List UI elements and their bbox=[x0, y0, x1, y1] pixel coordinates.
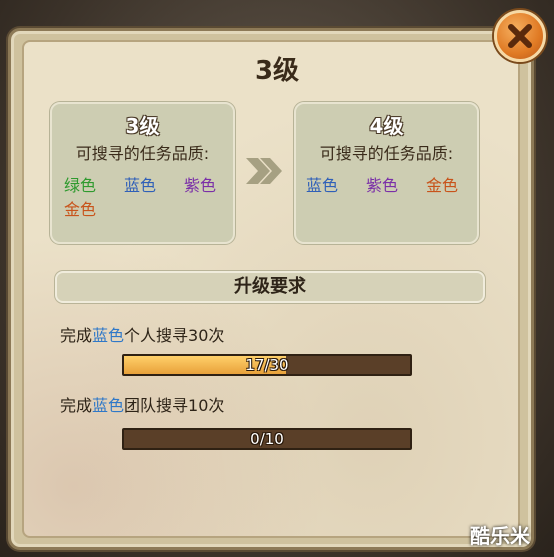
requirement-2-highlight: 蓝色 bbox=[92, 396, 125, 415]
watermark: 酷乐米 bbox=[470, 524, 530, 548]
next-level-label: 4级 bbox=[369, 114, 404, 138]
current-quality-caption: 可搜寻的任务品质: bbox=[75, 144, 210, 163]
double-chevron-right-icon bbox=[246, 158, 282, 184]
dialog-title: 3级 bbox=[254, 56, 300, 86]
requirement-2-suffix: 团队搜寻10次 bbox=[124, 396, 225, 415]
requirement-2-progress-bar: 0/10 bbox=[122, 428, 412, 450]
quality-gold: 金色 bbox=[426, 176, 459, 195]
requirement-1-progress-bar: 17/30 bbox=[122, 354, 412, 376]
next-quality-caption: 可搜寻的任务品质: bbox=[319, 144, 454, 163]
quality-purple: 紫色 bbox=[366, 176, 399, 195]
close-icon bbox=[508, 24, 532, 48]
requirement-2-progress-text: 0/10 bbox=[250, 430, 284, 448]
quality-blue: 蓝色 bbox=[306, 176, 339, 195]
requirement-1-highlight: 蓝色 bbox=[92, 326, 125, 345]
requirement-2-text: 完成蓝色团队搜寻10次 bbox=[60, 392, 224, 416]
current-level-label: 3级 bbox=[125, 114, 160, 138]
requirement-1-prefix: 完成 bbox=[60, 326, 93, 345]
requirement-1-text: 完成蓝色个人搜寻30次 bbox=[60, 322, 224, 346]
requirement-1-suffix: 个人搜寻30次 bbox=[124, 326, 225, 345]
close-button[interactable] bbox=[494, 10, 546, 62]
quality-gold: 金色 bbox=[64, 200, 97, 219]
requirement-1-progress-text: 17/30 bbox=[245, 356, 289, 374]
quality-green: 绿色 bbox=[64, 176, 97, 195]
quality-blue: 蓝色 bbox=[124, 176, 157, 195]
requirement-2-prefix: 完成 bbox=[60, 396, 93, 415]
next-level-card: 4级 可搜寻的任务品质: 蓝色 紫色 金色 bbox=[294, 102, 479, 244]
quality-purple: 紫色 bbox=[184, 176, 217, 195]
current-level-card: 3级 可搜寻的任务品质: 绿色 蓝色 紫色 金色 bbox=[50, 102, 235, 244]
requirements-header: 升级要求 bbox=[55, 271, 485, 303]
